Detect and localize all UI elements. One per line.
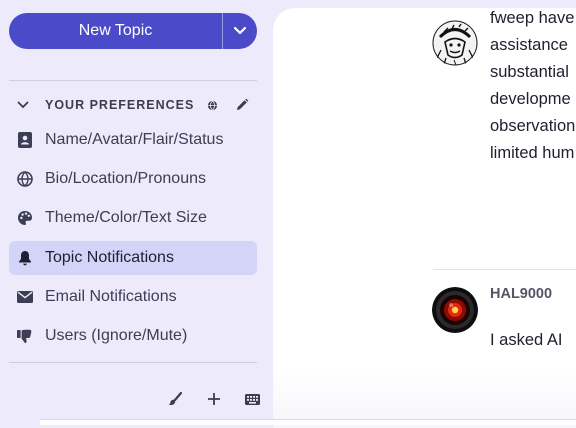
- sidebar-item-label: Theme/Color/Text Size: [45, 209, 207, 226]
- post-text-line: substantial: [490, 63, 569, 81]
- sidebar-item-label: Users (Ignore/Mute): [45, 327, 188, 344]
- new-topic-button-group: New Topic: [9, 13, 257, 49]
- envelope-icon: [16, 288, 34, 306]
- sidebar-item-label: Topic Notifications: [45, 249, 174, 266]
- composer-edge: [40, 419, 576, 425]
- sidebar-item-email-notifications[interactable]: Email Notifications: [9, 280, 257, 314]
- palette-icon: [16, 209, 34, 227]
- sidebar-item-topic-notifications[interactable]: Topic Notifications: [9, 241, 257, 275]
- post-text-line: observation: [490, 117, 576, 135]
- sidebar-item-label: Bio/Location/Pronouns: [45, 170, 206, 187]
- preferences-section-header[interactable]: YOUR PREFERENCES: [9, 92, 257, 118]
- sidebar-divider: [9, 80, 257, 81]
- globe-icon: [207, 100, 218, 111]
- sidebar-item-label: Email Notifications: [45, 288, 177, 305]
- chevron-down-icon: [233, 26, 247, 35]
- luffy-sketch-avatar-icon: [432, 20, 478, 66]
- plus-icon[interactable]: [207, 393, 220, 405]
- post-text-line: developme: [490, 90, 571, 108]
- sidebar-item-users-ignore-mute[interactable]: Users (Ignore/Mute): [9, 319, 257, 353]
- post-text-line: fweep have: [490, 9, 575, 27]
- avatar[interactable]: [432, 20, 478, 66]
- chevron-down-icon[interactable]: [17, 101, 37, 109]
- thumbs-down-icon: [16, 327, 34, 345]
- sidebar-item-name-avatar[interactable]: Name/Avatar/Flair/Status: [9, 123, 257, 157]
- sidebar-item-bio-location[interactable]: Bio/Location/Pronouns: [9, 162, 257, 196]
- post-text-line: assistance: [490, 36, 568, 54]
- sidebar-divider: [9, 362, 257, 363]
- avatar[interactable]: [432, 287, 478, 333]
- topic-post-stream: fweep have assistance substantial develo…: [273, 8, 576, 428]
- new-topic-button[interactable]: New Topic: [9, 13, 222, 49]
- sidebar: New Topic YOUR PREFERENCES Name/Avatar/F…: [0, 0, 270, 424]
- sidebar-item-theme[interactable]: Theme/Color/Text Size: [9, 201, 257, 235]
- sidebar-item-label: Name/Avatar/Flair/Status: [45, 131, 224, 148]
- new-topic-dropdown-button[interactable]: [223, 13, 257, 49]
- id-card-icon: [16, 131, 34, 149]
- globe-icon: [16, 170, 34, 188]
- hal9000-red-eye-avatar-icon: [432, 287, 478, 333]
- sidebar-footer-toolbar: [168, 388, 260, 410]
- section-title: YOUR PREFERENCES: [45, 98, 195, 112]
- post-text-line: I asked AI: [490, 331, 563, 349]
- post-divider: [433, 269, 576, 270]
- post-text-line: limited hum: [490, 144, 575, 162]
- pencil-icon[interactable]: [235, 98, 249, 112]
- brush-icon[interactable]: [168, 392, 182, 406]
- post-username[interactable]: HAL9000: [490, 286, 552, 302]
- new-topic-label: New Topic: [78, 22, 153, 39]
- keyboard-icon[interactable]: [245, 393, 260, 405]
- bell-icon: [16, 249, 34, 267]
